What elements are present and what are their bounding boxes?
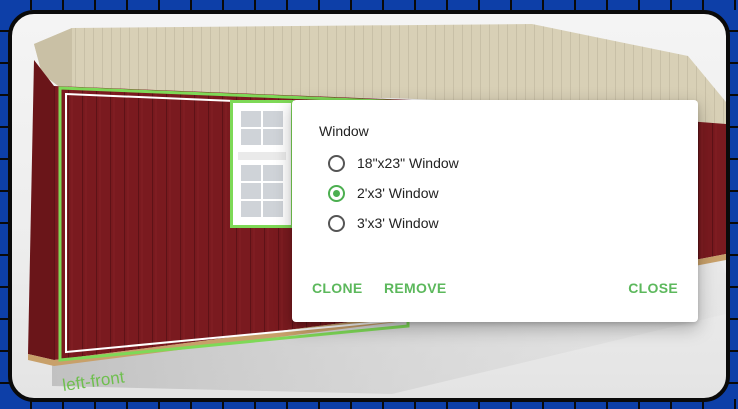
window-panes xyxy=(239,109,285,219)
option-3x3-window[interactable]: 3'x3' Window xyxy=(328,208,459,238)
clone-button[interactable]: CLONE xyxy=(312,280,363,296)
window-options-dialog: Window 18"x23" Window 2'x3' Window 3'x3'… xyxy=(292,100,698,322)
dialog-actions: CLONE REMOVE CLOSE xyxy=(292,280,698,300)
remove-button[interactable]: REMOVE xyxy=(384,280,446,296)
window-sash-rail xyxy=(238,152,286,160)
close-button[interactable]: CLOSE xyxy=(628,280,678,296)
option-label: 3'x3' Window xyxy=(357,215,439,231)
radio-unchecked-icon[interactable] xyxy=(328,154,345,172)
option-label: 2'x3' Window xyxy=(357,185,439,201)
window-options-list: 18"x23" Window 2'x3' Window 3'x3' Window xyxy=(328,148,459,238)
option-2x3-window[interactable]: 2'x3' Window xyxy=(328,178,459,208)
option-label: 18"x23" Window xyxy=(357,155,459,171)
option-18x23-window[interactable]: 18"x23" Window xyxy=(328,148,459,178)
dialog-title: Window xyxy=(319,123,369,139)
radio-unchecked-icon[interactable] xyxy=(328,214,345,232)
radio-checked-icon[interactable] xyxy=(328,184,345,202)
end-wall xyxy=(28,60,54,360)
